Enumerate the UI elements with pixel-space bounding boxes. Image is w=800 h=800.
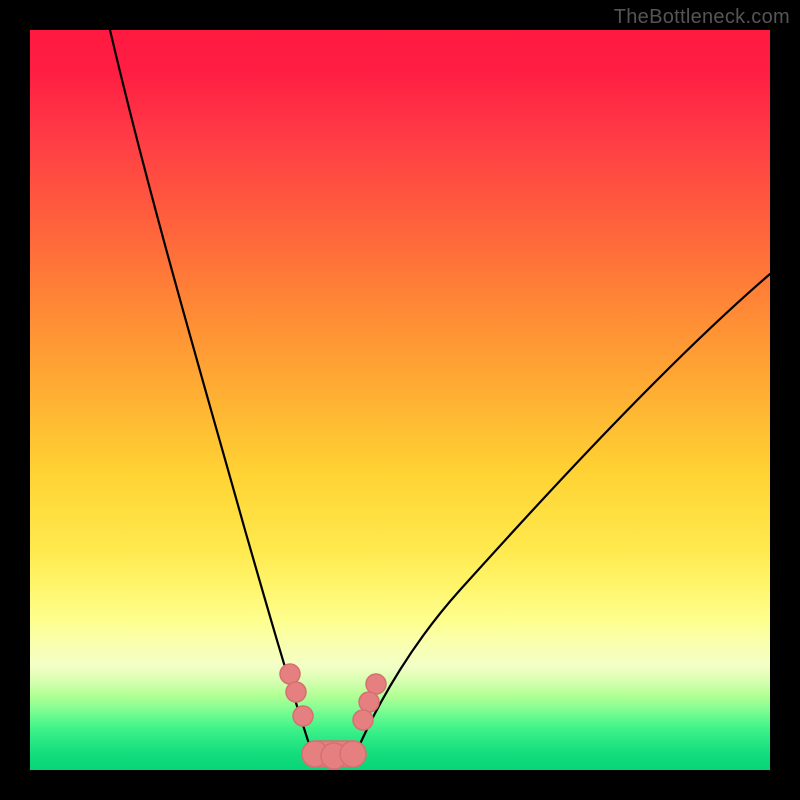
- marker-dot: [359, 692, 379, 712]
- marker-dot: [293, 706, 313, 726]
- chart-svg: [30, 30, 770, 770]
- watermark-text: TheBottleneck.com: [614, 6, 790, 29]
- marker-dot: [366, 674, 386, 694]
- right-curve: [356, 274, 770, 753]
- marker-dot: [280, 664, 300, 684]
- marker-dot: [353, 710, 373, 730]
- marker-dot: [286, 682, 306, 702]
- marker-dot: [340, 741, 366, 767]
- outer-frame: TheBottleneck.com: [0, 0, 800, 800]
- left-curve: [110, 30, 312, 753]
- plot-area: [30, 30, 770, 770]
